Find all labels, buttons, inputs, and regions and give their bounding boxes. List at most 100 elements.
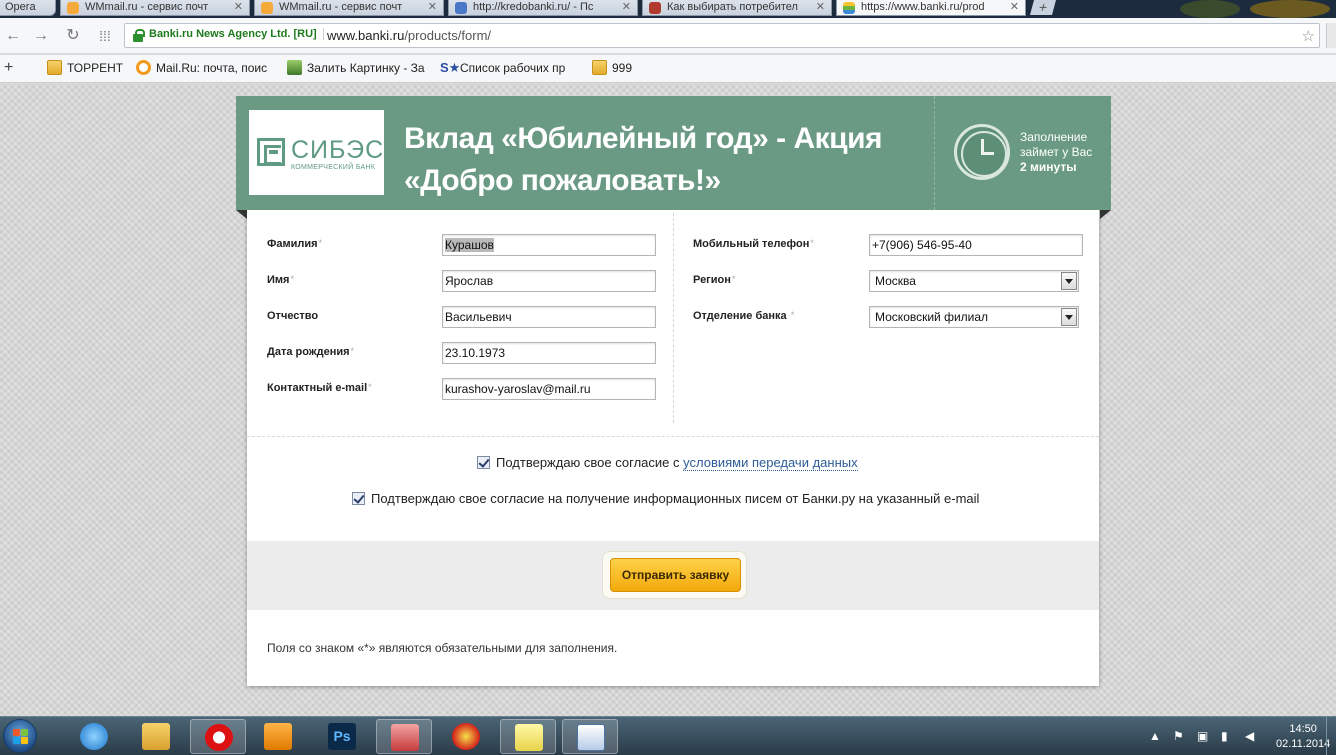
tab-wmmail-1[interactable]: WMmail.ru - сервис почт ✕: [60, 0, 250, 16]
bookmarks-bar: + ТОРРЕНТ Mail.Ru: почта, поис Залить Ка…: [0, 55, 1336, 83]
google-icon: [455, 2, 467, 14]
consent-data-text: Подтверждаю свое согласие с: [496, 455, 684, 470]
address-bar[interactable]: Banki.ru News Agency Ltd. [RU] www.banki…: [124, 23, 1320, 48]
fill-note-duration: 2 минуты: [1020, 160, 1077, 174]
tab-banki[interactable]: https://www.banki.ru/prod ✕: [836, 0, 1026, 16]
submit-wrap: Отправить заявку: [602, 551, 747, 599]
bookmark-label: Залить Картинку - За: [307, 61, 425, 75]
mobile-phone-field[interactable]: +7(906) 546-95-40: [869, 234, 1083, 256]
tab-kredobanki[interactable]: http://kredobanki.ru/ - Пс ✕: [448, 0, 638, 16]
network-signal-icon[interactable]: ▮: [1221, 729, 1228, 743]
required-fields-note: Поля со знаком «*» являются обязательным…: [267, 641, 618, 655]
bank-logo: СИБЭС КОММЕРЧЕСКИЙ БАНК: [249, 110, 384, 195]
taskbar-wordpad[interactable]: [562, 719, 618, 754]
show-desktop-button[interactable]: [1326, 717, 1336, 755]
offer-header: СИБЭС КОММЕРЧЕСКИЙ БАНК Вклад «Юбилейный…: [236, 96, 1111, 219]
menu-icon[interactable]: [1326, 23, 1336, 48]
sticky-notes-icon: [515, 724, 543, 751]
bookmark-label: ТОРРЕНТ: [67, 61, 124, 75]
data-transfer-terms-link[interactable]: условиями передачи данных: [683, 455, 858, 471]
folder-icon: [592, 60, 607, 75]
tray-expand-icon[interactable]: ▲: [1149, 729, 1161, 743]
chevron-down-icon[interactable]: [1061, 272, 1077, 290]
chevron-down-icon[interactable]: [1061, 308, 1077, 326]
apps-grid-icon[interactable]: ⁞⁞⁞: [96, 27, 114, 45]
taskbar-ccleaner[interactable]: [438, 719, 494, 754]
label-patronymic: Отчество: [267, 310, 319, 322]
browser-toolbar: ← → ↻ ⁞⁞⁞ Banki.ru News Agency Ltd. [RU]…: [0, 18, 1336, 54]
wordpad-icon: [577, 724, 605, 751]
new-tab-button[interactable]: +: [1029, 0, 1057, 15]
taskbar-ie[interactable]: [66, 719, 122, 754]
consent-newsletter-checkbox[interactable]: [352, 492, 365, 505]
submit-band: Отправить заявку: [247, 541, 1099, 610]
close-tab-icon[interactable]: ✕: [234, 0, 243, 13]
tab-wmmail-2[interactable]: WMmail.ru - сервис почт ✕: [254, 0, 444, 16]
bookmark-label: Mail.Ru: почта, поис: [156, 61, 268, 75]
bookmark-999[interactable]: 999: [592, 60, 633, 75]
consent-data-checkbox[interactable]: [477, 456, 490, 469]
bookmark-work-list[interactable]: S★ Список рабочих пр: [440, 60, 566, 75]
system-clock[interactable]: 14:50 02.11.2014: [1276, 722, 1330, 752]
internet-explorer-icon: [80, 723, 108, 750]
bookmark-star-icon[interactable]: ☆: [1302, 27, 1315, 45]
region-select[interactable]: Москва: [869, 270, 1079, 292]
fill-time-note: Заполнение займет у Вас 2 минуты: [1020, 130, 1092, 175]
banki-icon: [843, 2, 855, 14]
bookmark-torrent[interactable]: ТОРРЕНТ: [47, 60, 124, 75]
forward-icon[interactable]: →: [32, 27, 50, 45]
url-path: /products/form/: [404, 28, 492, 43]
first-name-field[interactable]: Ярослав: [442, 270, 656, 292]
reload-icon[interactable]: ↻: [64, 27, 82, 45]
clock-time: 14:50: [1289, 723, 1317, 735]
header-divider: [934, 96, 935, 210]
photoshop-icon: Ps: [328, 723, 356, 750]
image-upload-icon: [287, 60, 302, 75]
ccleaner-icon: [452, 723, 480, 750]
start-button-icon[interactable]: [3, 719, 37, 753]
birth-date-field[interactable]: 23.10.1973: [442, 342, 656, 364]
device-icon[interactable]: ▣: [1197, 729, 1208, 743]
site-icon: [649, 2, 661, 14]
file-explorer-icon: [142, 723, 170, 750]
sibes-logo-icon: [257, 138, 285, 166]
back-icon[interactable]: ←: [4, 27, 22, 45]
last-name-field[interactable]: Курашов: [442, 234, 656, 256]
bookmark-label: Список рабочих пр: [460, 61, 566, 75]
bookmark-mailru[interactable]: Mail.Ru: почта, поис: [136, 60, 268, 75]
bank-branch-select[interactable]: Московский филиал: [869, 306, 1079, 328]
consent-newsletter: Подтверждаю свое согласие на получение и…: [352, 491, 979, 506]
patronymic-field[interactable]: Васильевич: [442, 306, 656, 328]
close-tab-icon[interactable]: ✕: [1010, 0, 1019, 13]
taskbar-opera[interactable]: [190, 719, 246, 754]
add-bookmark-icon[interactable]: +: [4, 59, 13, 77]
clock-date: 02.11.2014: [1276, 738, 1331, 750]
taskbar-notes[interactable]: [500, 719, 556, 754]
opera-icon: [205, 724, 233, 751]
fill-note-line2: займет у Вас: [1020, 145, 1093, 159]
close-tab-icon[interactable]: ✕: [428, 0, 437, 13]
bookmark-image-upload[interactable]: Залить Картинку - За: [287, 60, 425, 75]
tab-consumer[interactable]: Как выбирать потребител ✕: [642, 0, 832, 16]
url-text[interactable]: www.banki.ru/products/form/: [327, 28, 491, 43]
taskbar-snipping[interactable]: [376, 719, 432, 754]
email-field[interactable]: kurashov-yaroslav@mail.ru: [442, 378, 656, 400]
window-decoration: [1250, 0, 1330, 18]
url-host: www.banki.ru: [327, 28, 405, 43]
page-title: Вклад «Юбилейный год» - Акция «Добро пож…: [404, 122, 883, 197]
ev-certificate-label[interactable]: Banki.ru News Agency Ltd. [RU]: [149, 28, 324, 40]
lock-icon: [133, 29, 145, 42]
taskbar-explorer[interactable]: [128, 719, 184, 754]
submit-application-button[interactable]: Отправить заявку: [610, 558, 741, 592]
taskbar-media[interactable]: [250, 719, 306, 754]
action-center-icon[interactable]: ⚑: [1173, 729, 1184, 743]
tab-opera[interactable]: Opera: [0, 0, 56, 16]
window-decoration: [1180, 0, 1240, 18]
bookmark-label: 999: [612, 61, 633, 75]
close-tab-icon[interactable]: ✕: [816, 0, 825, 13]
taskbar-photoshop[interactable]: Ps: [314, 719, 370, 754]
volume-icon[interactable]: ◀: [1245, 729, 1254, 743]
close-tab-icon[interactable]: ✕: [622, 0, 631, 13]
snipping-tool-icon: [391, 724, 419, 751]
label-first-name: Имя*: [267, 274, 294, 286]
